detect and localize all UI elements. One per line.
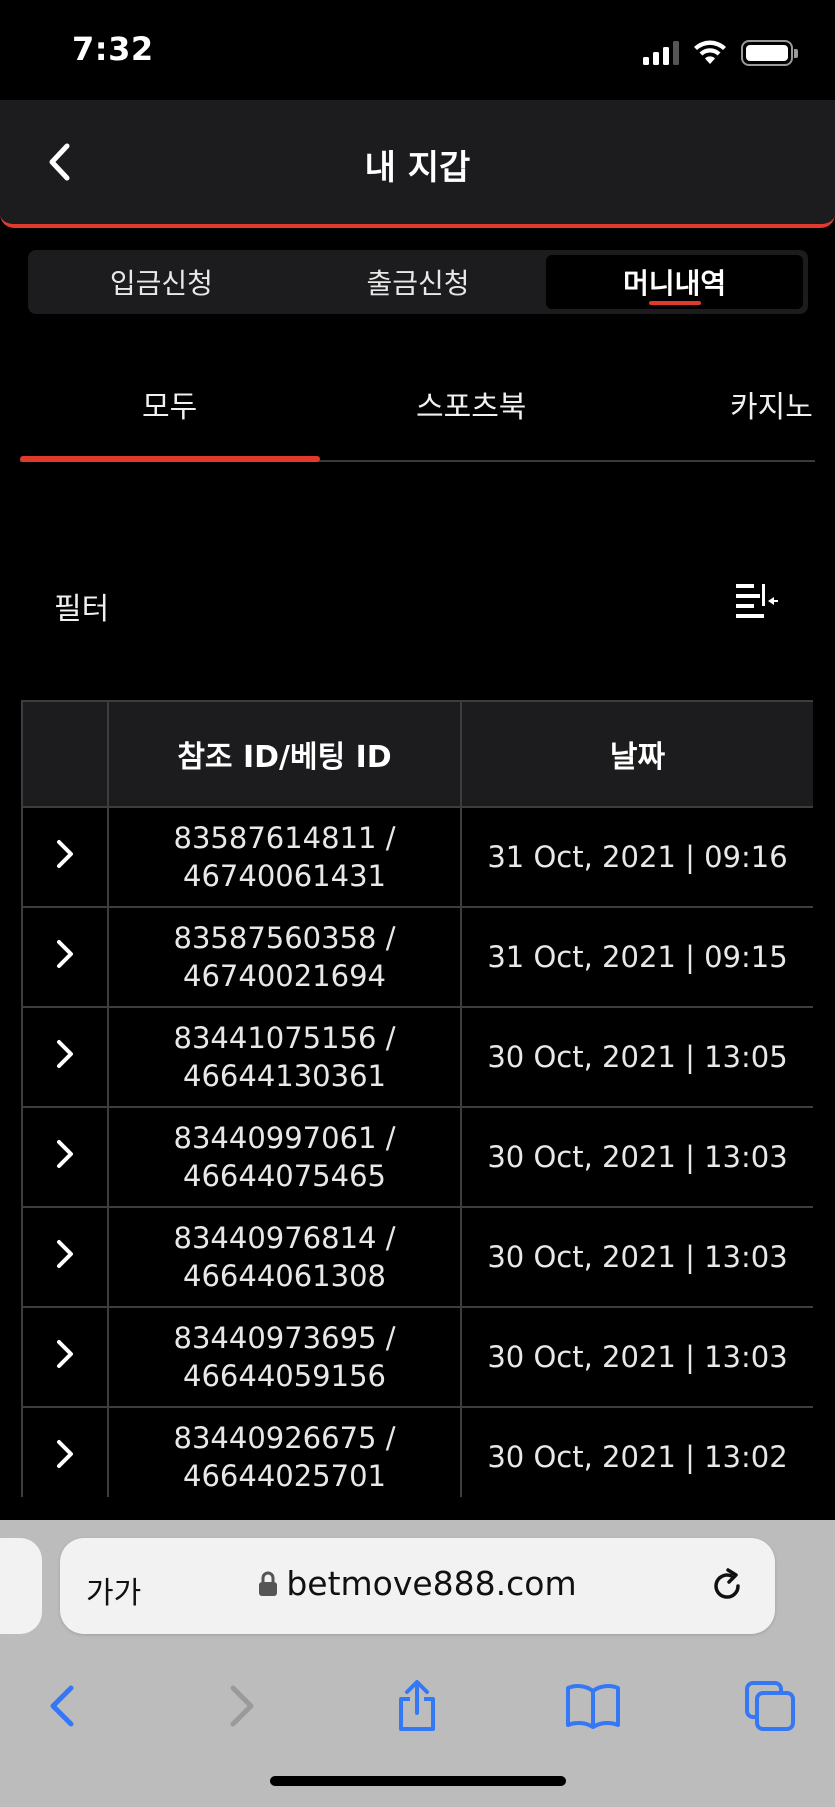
date-cell: 30 Oct, 2021 | 13:03 [460, 1306, 813, 1408]
ref-bet-id-cell: 83440997061 / 46644075465 [107, 1106, 462, 1208]
column-header-ref-bet-id: 참조 ID/베팅 ID [107, 700, 462, 808]
segment-withdrawal-request[interactable]: 출금신청 [290, 255, 547, 309]
expand-row-button[interactable] [21, 806, 109, 908]
bet-id: 46644075465 [183, 1159, 386, 1193]
reference-id: 83440973695 / [173, 1321, 396, 1355]
table-row[interactable]: 83441075156 / 46644130361 30 Oct, 2021 | 1… [21, 1006, 813, 1108]
expand-row-button[interactable] [21, 1006, 109, 1108]
expand-row-button[interactable] [21, 1206, 109, 1308]
ref-bet-id-cell: 83441075156 / 46644130361 [107, 1006, 462, 1108]
chevron-right-icon [57, 1439, 73, 1468]
bet-id: 46740021694 [183, 959, 386, 993]
table-row[interactable]: 83440997061 / 46644075465 30 Oct, 2021 | 1… [21, 1106, 813, 1208]
address-bar[interactable]: 가가 betmove888.com [60, 1538, 775, 1634]
date-cell: 30 Oct, 2021 | 13:03 [460, 1206, 813, 1308]
active-tab-indicator [20, 456, 320, 462]
column-header-date: 날짜 [460, 700, 813, 808]
status-icons [643, 38, 798, 68]
chevron-right-icon [57, 939, 73, 968]
reference-id: 83440997061 / [173, 1121, 396, 1155]
table-row[interactable]: 83440926675 / 46644025701 30 Oct, 2021 | 1… [21, 1406, 813, 1497]
share-button[interactable] [387, 1678, 447, 1734]
status-bar: 7:32 [0, 0, 835, 100]
url-display[interactable]: betmove888.com [60, 1564, 775, 1603]
browser-back-button[interactable] [32, 1678, 92, 1734]
ref-bet-id-cell: 83440976814 / 46644061308 [107, 1206, 462, 1308]
tabs-button[interactable] [740, 1678, 800, 1734]
reload-icon[interactable] [705, 1564, 749, 1608]
ref-bet-id-cell: 83440973695 / 46644059156 [107, 1306, 462, 1408]
reference-id: 83440926675 / [173, 1421, 396, 1455]
page-title: 내 지갑 [364, 148, 471, 188]
browser-forward-button[interactable] [212, 1678, 272, 1734]
expand-row-button[interactable] [21, 1106, 109, 1208]
tab-all[interactable]: 모두 [142, 382, 197, 426]
chevron-right-icon [57, 1339, 73, 1368]
browser-toolbar [0, 1670, 835, 1740]
bet-id: 46644130361 [183, 1059, 386, 1093]
previous-tab-preview[interactable] [0, 1538, 42, 1634]
date-cell: 31 Oct, 2021 | 09:15 [460, 906, 813, 1008]
chevron-right-icon [57, 1039, 73, 1068]
chevron-right-icon [57, 1139, 73, 1168]
ref-bet-id-cell: 83440926675 / 46644025701 [107, 1406, 462, 1497]
reference-id: 83587560358 / [173, 921, 396, 955]
column-header-expand [21, 700, 109, 808]
wifi-icon [694, 40, 726, 64]
table-header-row: 참조 ID/베팅 ID 날짜 [21, 700, 813, 808]
chevron-right-icon [230, 1685, 254, 1727]
tab-casino[interactable]: 카지노 [730, 382, 813, 426]
chevron-right-icon [57, 1239, 73, 1268]
segment-money-history[interactable]: 머니내역 [546, 255, 804, 309]
bookmarks-button[interactable] [563, 1678, 623, 1734]
date-cell: 31 Oct, 2021 | 09:16 [460, 806, 813, 908]
share-icon [399, 1680, 435, 1731]
bet-id: 46644025701 [183, 1459, 386, 1493]
lock-icon [259, 1571, 278, 1596]
chevron-right-icon [57, 839, 73, 868]
battery-icon [741, 40, 798, 66]
reference-id: 83441075156 / [173, 1021, 396, 1055]
chevron-left-icon [50, 1685, 74, 1727]
bookmarks-book-icon [566, 1684, 620, 1729]
date-cell: 30 Oct, 2021 | 13:03 [460, 1106, 813, 1208]
transaction-table-container[interactable]: 참조 ID/베팅 ID 날짜 83587614811 / 46740061431 3… [21, 700, 813, 1497]
url-text: betmove888.com [286, 1564, 577, 1603]
bet-id: 46740061431 [183, 859, 386, 893]
tab-sportsbook[interactable]: 스포츠북 [416, 382, 526, 426]
filter-button[interactable] [730, 576, 782, 628]
transaction-table: 참조 ID/베팅 ID 날짜 83587614811 / 46740061431 3… [21, 700, 813, 1497]
table-row[interactable]: 83440973695 / 46644059156 30 Oct, 2021 | 1… [21, 1306, 813, 1408]
table-row[interactable]: 83587560358 / 46740021694 31 Oct, 2021 | 0… [21, 906, 813, 1008]
expand-row-button[interactable] [21, 1306, 109, 1408]
date-cell: 30 Oct, 2021 | 13:02 [460, 1406, 813, 1497]
home-indicator [270, 1776, 566, 1786]
reference-id: 83440976814 / [173, 1221, 396, 1255]
tabs-icon [745, 1681, 795, 1731]
wallet-segmented-control: 입금신청 출금신청 머니내역 [28, 250, 808, 314]
app-header: 내 지갑 [0, 100, 835, 228]
expand-row-button[interactable] [21, 906, 109, 1008]
browser-bottom-bar: 가가 betmove888.com [0, 1520, 835, 1807]
date-cell: 30 Oct, 2021 | 13:05 [460, 1006, 813, 1108]
filter-collapse-icon [736, 584, 778, 618]
reference-id: 83587614811 / [173, 821, 396, 855]
segment-deposit-request[interactable]: 입금신청 [33, 255, 290, 309]
bet-id: 46644059156 [183, 1359, 386, 1393]
bet-id: 46644061308 [183, 1259, 386, 1293]
table-row[interactable]: 83587614811 / 46740061431 31 Oct, 2021 | 0… [21, 806, 813, 908]
status-time: 7:32 [72, 30, 154, 68]
cellular-signal-icon [643, 41, 679, 65]
filter-label: 필터 [54, 592, 110, 627]
category-tabs: 모두 스포츠북 카지노 [20, 350, 815, 462]
ref-bet-id-cell: 83587560358 / 46740021694 [107, 906, 462, 1008]
table-row[interactable]: 83440976814 / 46644061308 30 Oct, 2021 | 1… [21, 1206, 813, 1308]
ref-bet-id-cell: 83587614811 / 46740061431 [107, 806, 462, 908]
expand-row-button[interactable] [21, 1406, 109, 1497]
